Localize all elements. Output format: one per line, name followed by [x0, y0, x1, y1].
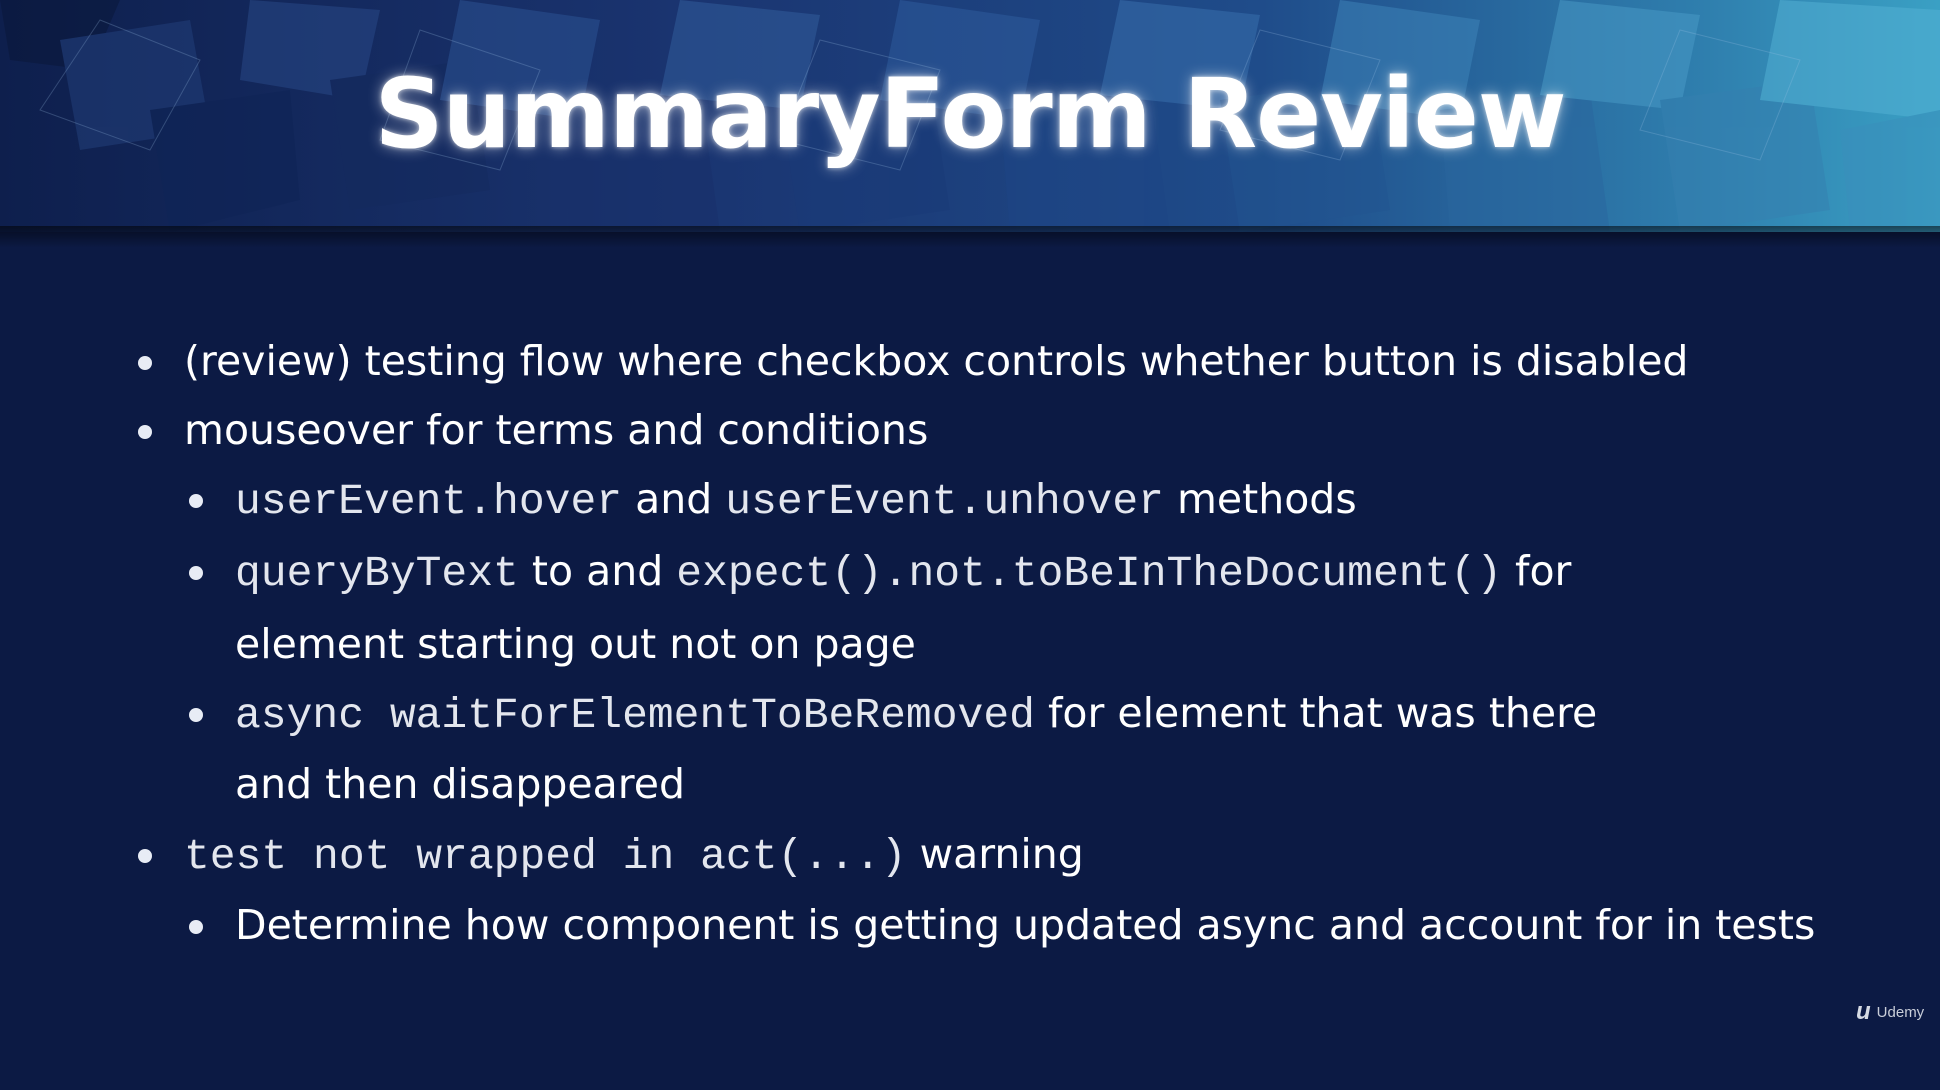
banner-shadow: [0, 226, 1940, 248]
code-snippet: test not wrapped in act(...): [184, 832, 907, 881]
bullet-dot: [189, 920, 203, 934]
code-snippet: async waitForElementToBeRemoved: [235, 691, 1035, 740]
slide: SummaryForm Review (review) testing flow…: [0, 0, 1940, 1090]
bullet-text: for element that was there: [1034, 689, 1598, 737]
bullet-dot: [189, 566, 203, 580]
bullet-item: mouseover for terms and conditions: [138, 410, 928, 451]
bullet-item: test not wrapped in act(...) warning: [138, 832, 1084, 881]
code-snippet: queryByText: [235, 549, 519, 598]
bullet-continuation: element starting out not on page: [235, 624, 916, 665]
bullet-text: warning: [906, 830, 1084, 878]
sub-bullet-item: userEvent.hover and userEvent.unhover me…: [189, 477, 1357, 526]
bullet-dot: [189, 708, 203, 722]
bullet-text: for: [1502, 547, 1572, 595]
bullet-item: (review) testing flow where checkbox con…: [138, 341, 1688, 382]
header-banner: SummaryForm Review: [0, 0, 1940, 232]
bullet-text: and then disappeared: [235, 760, 685, 808]
bullet-text: (review) testing flow where checkbox con…: [184, 337, 1689, 385]
bullet-dot: [189, 494, 203, 508]
page-title: SummaryForm Review: [374, 58, 1567, 170]
code-snippet: expect().not.toBeInTheDocument(): [676, 549, 1502, 598]
bullet-text: methods: [1163, 475, 1357, 523]
udemy-icon: u: [1856, 998, 1871, 1025]
code-snippet: userEvent.unhover: [725, 477, 1164, 526]
bullet-text: element starting out not on page: [235, 620, 916, 668]
udemy-wordmark: Udemy: [1876, 1003, 1925, 1021]
bullet-dot: [138, 356, 152, 370]
bullet-dot: [138, 849, 152, 863]
sub-bullet-item: queryByText to and expect().not.toBeInTh…: [189, 549, 1571, 598]
udemy-logo: u Udemy: [1856, 998, 1924, 1026]
sub-bullet-item: Determine how component is getting updat…: [189, 905, 1815, 946]
bullet-text: Determine how component is getting updat…: [235, 901, 1816, 949]
bullet-text: to and: [518, 547, 677, 595]
code-snippet: userEvent.hover: [235, 477, 623, 526]
bullet-text: and: [622, 475, 726, 523]
bullet-text: mouseover for terms and conditions: [184, 406, 929, 454]
bullet-continuation: and then disappeared: [235, 764, 685, 805]
bullet-dot: [138, 425, 152, 439]
sub-bullet-item: async waitForElementToBeRemoved for elem…: [189, 691, 1597, 740]
